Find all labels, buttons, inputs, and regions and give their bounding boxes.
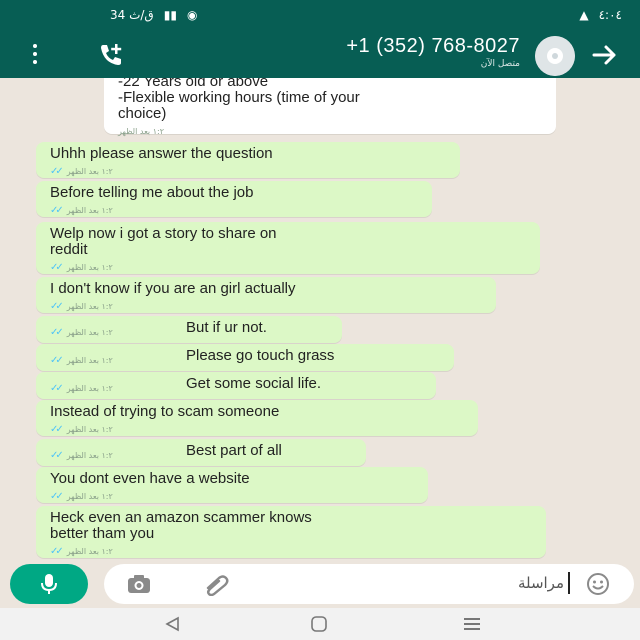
- emoji-icon[interactable]: [586, 572, 610, 596]
- camera-icon[interactable]: [126, 574, 152, 594]
- nav-back-icon[interactable]: [165, 616, 181, 632]
- message-bubble[interactable]: Best part of all ✓✓ ١:٢ بعد الظهر: [36, 439, 366, 466]
- message-time: ١:٢ بعد الظهر: [66, 328, 113, 337]
- message-time: ١:٢ بعد الظهر: [118, 127, 164, 136]
- message-meta: ✓✓ ١:٢ بعد الظهر: [50, 544, 536, 560]
- status-time: ٤:٠٤: [598, 8, 622, 22]
- message-input-placeholder: مراسلة: [517, 574, 564, 592]
- message-meta: ✓✓ ١:٢ بعد الظهر: [50, 353, 113, 369]
- double-check-icon: ✓✓: [50, 546, 64, 557]
- mic-icon: [41, 574, 57, 594]
- message-text: Instead of trying to scam someone: [50, 403, 280, 420]
- message-meta: ✓✓ ١:٢ بعد الظهر: [50, 203, 422, 219]
- message-meta: ✓✓ ١:٢ بعد الظهر: [50, 299, 486, 315]
- notification-icon: ▲: [579, 8, 589, 22]
- message-text: Welp now i got a story to share on reddi…: [50, 225, 277, 258]
- message-time: ١:٢ بعد الظهر: [66, 451, 113, 460]
- nav-recent-icon[interactable]: [463, 616, 481, 632]
- double-check-icon: ✓✓: [50, 424, 64, 435]
- message-time: ١:٢ بعد الظهر: [66, 302, 113, 311]
- contact-info[interactable]: +1 (352) 768-8027 متصل الآن: [230, 34, 520, 70]
- message-input[interactable]: مراسلة: [104, 564, 634, 604]
- signal-icon: ▮▮: [163, 8, 177, 22]
- message-bubble[interactable]: Uhhh please answer the question ✓✓ ١:٢ ب…: [36, 142, 460, 178]
- message-text: Before telling me about the job: [50, 184, 254, 201]
- message-text: I don't know if you are an girl actually: [50, 280, 296, 297]
- message-time: ١:٢ بعد الظهر: [66, 356, 113, 365]
- avatar[interactable]: [535, 36, 575, 76]
- message-text: But if ur not.: [186, 319, 267, 336]
- double-check-icon: ✓✓: [50, 327, 64, 338]
- wifi-icon: ◉: [186, 8, 198, 22]
- status-left: 34 ق/ث ▮▮ ◉: [110, 8, 197, 22]
- message-meta: ✓✓ ١:٢ بعد الظهر: [50, 260, 530, 276]
- text-cursor: [568, 572, 570, 594]
- message-text: -22 Years old or above -Flexible working…: [118, 78, 360, 122]
- message-meta: ١:٢ بعد الظهر: [118, 124, 546, 140]
- message-bubble[interactable]: Welp now i got a story to share on reddi…: [36, 222, 540, 274]
- call-add-icon[interactable]: [96, 40, 126, 70]
- double-check-icon: ✓✓: [50, 205, 64, 216]
- double-check-icon: ✓✓: [50, 301, 64, 312]
- message-meta: ✓✓ ١:٢ بعد الظهر: [50, 448, 113, 464]
- chat-header: +1 (352) 768-8027 متصل الآن: [0, 30, 640, 78]
- message-meta: ✓✓ ١:٢ بعد الظهر: [50, 325, 113, 341]
- message-text: You dont even have a website: [50, 470, 250, 487]
- message-text: Get some social life.: [186, 375, 322, 392]
- message-bubble[interactable]: Instead of trying to scam someone ✓✓ ١:٢…: [36, 400, 478, 436]
- attach-icon[interactable]: [202, 574, 230, 596]
- contact-status: متصل الآن: [480, 59, 520, 69]
- message-time: ١:٢ بعد الظهر: [66, 492, 113, 501]
- message-text: Please go touch grass: [186, 347, 335, 364]
- message-meta: ✓✓ ١:٢ بعد الظهر: [50, 381, 113, 397]
- message-time: ١:٢ بعد الظهر: [66, 425, 113, 434]
- status-bar: 34 ق/ث ▮▮ ◉ ▲ ٤:٠٤: [0, 0, 640, 30]
- status-left-text: 34 ق/ث: [110, 8, 154, 22]
- message-time: ١:٢ بعد الظهر: [66, 206, 113, 215]
- message-meta: ✓✓ ١:٢ بعد الظهر: [50, 164, 450, 180]
- double-check-icon: ✓✓: [50, 383, 64, 394]
- message-bubble[interactable]: Get some social life. ✓✓ ١:٢ بعد الظهر: [36, 372, 436, 399]
- message-bubble[interactable]: You dont even have a website ✓✓ ١:٢ بعد …: [36, 467, 428, 503]
- message-bubble[interactable]: -22 Years old or above -Flexible working…: [104, 78, 556, 136]
- message-time: ١:٢ بعد الظهر: [66, 384, 113, 393]
- double-check-icon: ✓✓: [50, 355, 64, 366]
- message-time: ١:٢ بعد الظهر: [66, 167, 113, 176]
- double-check-icon: ✓✓: [50, 262, 64, 273]
- message-text: Heck even an amazon scammer knows better…: [50, 509, 312, 542]
- message-meta: ✓✓ ١:٢ بعد الظهر: [50, 422, 468, 438]
- message-text: Uhhh please answer the question: [50, 145, 273, 162]
- message-bubble[interactable]: But if ur not. ✓✓ ١:٢ بعد الظهر: [36, 316, 342, 343]
- double-check-icon: ✓✓: [50, 491, 64, 502]
- mic-button[interactable]: [10, 564, 88, 604]
- back-arrow-icon[interactable]: [590, 42, 620, 68]
- message-bubble[interactable]: Please go touch grass ✓✓ ١:٢ بعد الظهر: [36, 344, 454, 371]
- message-time: ١:٢ بعد الظهر: [66, 263, 113, 272]
- message-list[interactable]: -22 Years old or above -Flexible working…: [0, 78, 640, 562]
- nav-home-icon[interactable]: [310, 615, 328, 633]
- message-meta: ✓✓ ١:٢ بعد الظهر: [50, 489, 418, 505]
- message-bubble[interactable]: I don't know if you are an girl actually…: [36, 277, 496, 313]
- double-check-icon: ✓✓: [50, 166, 64, 177]
- avatar-placeholder-icon: [535, 36, 575, 76]
- system-nav-bar: [0, 608, 640, 640]
- status-right: ▲ ٤:٠٤: [579, 8, 622, 22]
- composer-bar: مراسلة: [0, 562, 640, 608]
- message-time: ١:٢ بعد الظهر: [66, 547, 113, 556]
- message-bubble[interactable]: Heck even an amazon scammer knows better…: [36, 506, 546, 558]
- menu-icon[interactable]: [30, 42, 40, 66]
- contact-name: +1 (352) 768-8027: [346, 35, 520, 57]
- message-bubble[interactable]: Before telling me about the job ✓✓ ١:٢ ب…: [36, 181, 432, 217]
- message-text: Best part of all: [186, 442, 282, 459]
- double-check-icon: ✓✓: [50, 450, 64, 461]
